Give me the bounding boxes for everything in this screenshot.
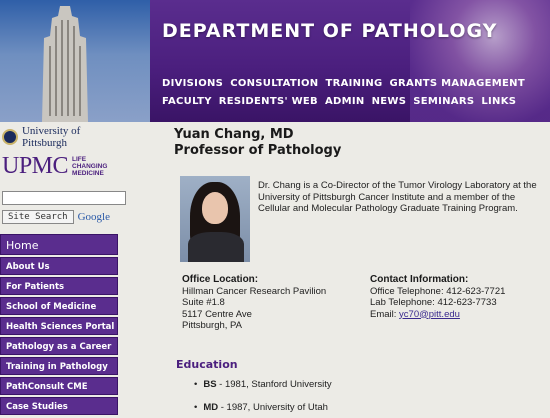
office-line-3: 5117 Centre Ave (182, 308, 252, 320)
office-line-1: Hillman Cancer Research Pavilion (182, 285, 327, 297)
contact-information-label: Contact Information: (370, 274, 469, 285)
profile-photo (180, 176, 250, 262)
sidebar-item-case-studies[interactable]: Case Studies (0, 396, 118, 415)
contact-information: Contact Information: Office Telephone: 4… (370, 274, 550, 320)
nav-news[interactable]: NEWS (372, 96, 407, 107)
pitt-label: University of Pittsburgh (21, 125, 81, 149)
profile-name: Yuan Chang, MD (174, 127, 294, 142)
email-row: Email: yc70@pitt.edu (370, 309, 550, 321)
office-line-4: Pittsburgh, PA (182, 320, 243, 331)
profile-content: Yuan Chang, MD Professor of Pathology Dr… (174, 127, 550, 413)
degree-detail: - 1981, Stanford University (216, 379, 332, 390)
nav-training[interactable]: TRAINING (325, 78, 382, 89)
pitt-logo[interactable]: University of Pittsburgh (0, 125, 128, 149)
search-row: Site Search Google (2, 209, 128, 224)
nav-grants-management[interactable]: GRANTS MANAGEMENT (390, 78, 525, 89)
nav-admin[interactable]: ADMIN (325, 96, 365, 107)
google-logo: Google (77, 210, 110, 223)
sidebar-item-home[interactable]: Home (0, 233, 118, 255)
header-banner: DEPARTMENT OF PATHOLOGY DIVISIONS CONSUL… (0, 0, 550, 122)
left-sidebar: University of Pittsburgh UPMC LIFE CHANG… (0, 125, 128, 417)
upmc-wordmark: UPMC (2, 152, 69, 179)
education-item: • BS - 1981, Stanford University (194, 379, 332, 390)
profile-bio: Dr. Chang is a Co-Director of the Tumor … (258, 180, 537, 214)
office-location: Office Location: Hillman Cancer Research… (182, 274, 362, 332)
degree-detail: - 1987, University of Utah (218, 402, 328, 413)
pitt-seal-icon (2, 129, 18, 145)
office-line-2: Suite #1.8 (182, 297, 225, 308)
nav-seminars[interactable]: SEMINARS (413, 96, 474, 107)
nav-links[interactable]: LINKS (481, 96, 516, 107)
sidebar-menu: Home About Us For Patients School of Med… (0, 233, 118, 415)
email-link[interactable]: yc70@pitt.edu (399, 309, 460, 320)
email-label: Email: (370, 308, 400, 320)
sidebar-item-training[interactable]: Training in Pathology (0, 356, 118, 375)
bullet-icon: • (194, 379, 198, 390)
sidebar-item-about-us[interactable]: About Us (0, 256, 118, 275)
degree: BS (203, 379, 217, 390)
education-heading: Education (176, 358, 238, 371)
office-location-label: Office Location: (182, 274, 259, 285)
site-search-input[interactable] (2, 191, 126, 205)
upmc-logo[interactable]: UPMC LIFE CHANGING MEDICINE (0, 151, 128, 181)
nav-faculty[interactable]: FACULTY (162, 96, 212, 107)
sidebar-item-for-patients[interactable]: For Patients (0, 276, 118, 295)
upmc-tagline: LIFE CHANGING MEDICINE (72, 155, 108, 177)
bullet-icon: • (194, 402, 198, 413)
sidebar-item-pathology-career[interactable]: Pathology as a Career (0, 336, 118, 355)
site-search-button[interactable]: Site Search (2, 209, 74, 224)
lab-telephone: Lab Telephone: 412-623-7733 (370, 297, 497, 308)
sidebar-item-health-sciences-portal[interactable]: Health Sciences Portal (0, 316, 118, 335)
education-item: • MD - 1987, University of Utah (194, 402, 332, 413)
department-title: DEPARTMENT OF PATHOLOGY (162, 20, 498, 42)
sidebar-item-pathconsult-cme[interactable]: PathConsult CME (0, 376, 118, 395)
sidebar-item-school-of-medicine[interactable]: School of Medicine (0, 296, 118, 315)
profile-title: Professor of Pathology (174, 143, 342, 158)
nav-divisions[interactable]: DIVISIONS (162, 78, 223, 89)
top-nav-row-2: FACULTY RESIDENTS' WEB ADMIN NEWS SEMINA… (162, 96, 522, 107)
cathedral-of-learning-icon (42, 6, 88, 122)
education-list: • BS - 1981, Stanford University • MD - 19… (194, 379, 332, 418)
office-telephone: Office Telephone: 412-623-7721 (370, 285, 506, 297)
nav-residents-web[interactable]: RESIDENTS' WEB (219, 96, 318, 107)
degree: MD (203, 402, 219, 413)
nav-consultation[interactable]: CONSULTATION (230, 78, 318, 89)
top-nav-row-1: DIVISIONS CONSULTATION TRAINING GRANTS M… (162, 78, 525, 89)
